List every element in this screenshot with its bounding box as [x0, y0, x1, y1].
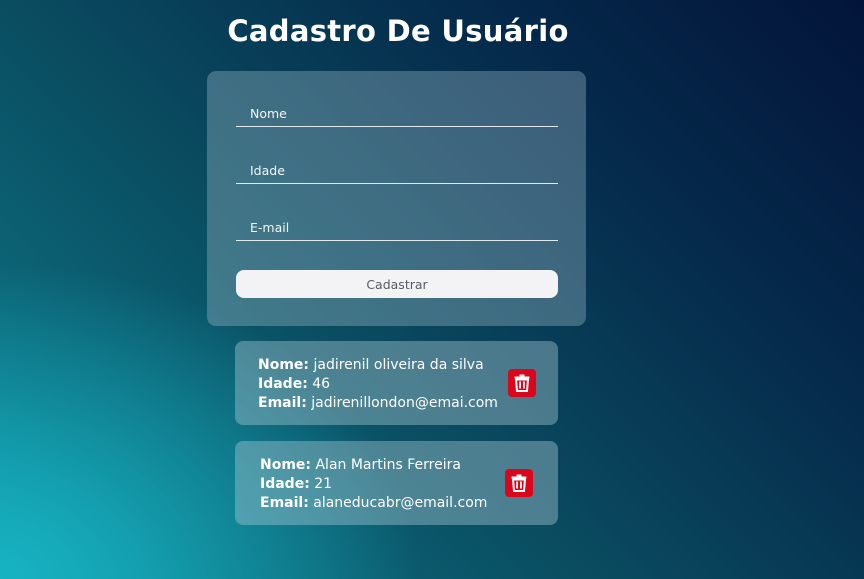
user-email: jadirenillondon@emai.com: [311, 395, 498, 411]
user-email-line: Email: jadirenillondon@emai.com: [258, 394, 498, 413]
user-age: 21: [314, 476, 333, 492]
user-age-line: Idade: 21: [260, 475, 487, 494]
age-input[interactable]: [236, 158, 558, 183]
name-label: Nome:: [260, 457, 312, 473]
user-age-line: Idade: 46: [258, 375, 498, 394]
user-age: 46: [312, 376, 331, 392]
user-card: Nome: Alan Martins Ferreira Idade: 21 Em…: [235, 441, 558, 525]
registration-form: Cadastrar: [207, 71, 586, 326]
user-name-line: Nome: jadirenil oliveira da silva: [258, 356, 498, 375]
email-field: [236, 215, 558, 241]
page-title: Cadastro De Usuário: [227, 14, 569, 48]
email-input[interactable]: [236, 215, 558, 240]
user-name: Alan Martins Ferreira: [315, 457, 461, 473]
trash-icon: [511, 474, 527, 492]
age-field: [236, 158, 558, 184]
register-button[interactable]: Cadastrar: [236, 270, 558, 298]
name-input[interactable]: [236, 101, 558, 126]
email-label: Email:: [258, 395, 307, 411]
user-email: alaneducabr@email.com: [313, 495, 488, 511]
delete-user-button[interactable]: [505, 469, 533, 497]
user-details: Nome: jadirenil oliveira da silva Idade:…: [258, 356, 498, 413]
trash-icon: [514, 374, 530, 392]
user-email-line: Email: alaneducabr@email.com: [260, 494, 487, 513]
user-name-line: Nome: Alan Martins Ferreira: [260, 456, 487, 475]
user-details: Nome: Alan Martins Ferreira Idade: 21 Em…: [260, 456, 487, 513]
delete-user-button[interactable]: [508, 369, 536, 397]
name-field: [236, 101, 558, 127]
user-name: jadirenil oliveira da silva: [313, 357, 484, 373]
email-label: Email:: [260, 495, 309, 511]
age-label: Idade:: [260, 476, 310, 492]
user-card: Nome: jadirenil oliveira da silva Idade:…: [235, 341, 558, 425]
name-label: Nome:: [258, 357, 310, 373]
age-label: Idade:: [258, 376, 308, 392]
